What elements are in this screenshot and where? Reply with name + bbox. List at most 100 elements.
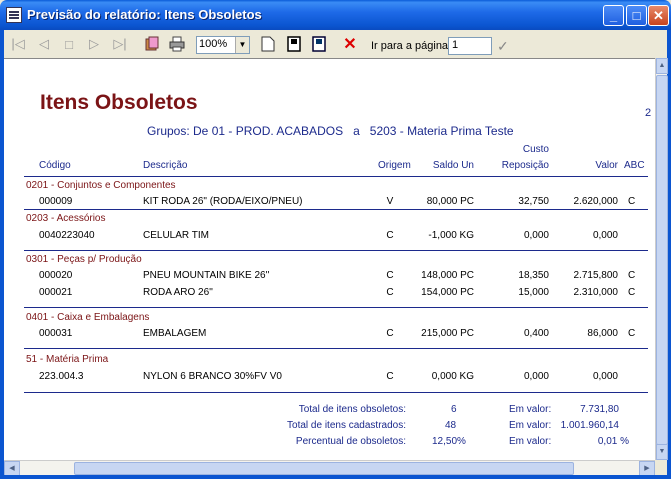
cell-valor: 2.620,000: [573, 196, 619, 207]
subtitle-to: 5203 - Materia Prima Teste: [369, 124, 514, 138]
scroll-up-icon[interactable]: ▲: [656, 58, 668, 74]
cell-valor: 2.715,800: [573, 270, 619, 281]
cell-origem: C: [386, 230, 394, 241]
cell-codigo: 000009: [39, 196, 73, 207]
maximize-button[interactable]: □: [626, 5, 647, 26]
cell-codigo: 000031: [39, 328, 73, 339]
report-subtitle: Grupos: De 01 - PROD. ACABADOS a 5203 - Ma…: [147, 124, 524, 138]
col-header-abc: ABC: [624, 160, 645, 171]
col-header-origem: Origem: [378, 160, 411, 171]
last-page-icon[interactable]: ▷|: [110, 34, 130, 54]
cell-origem: C: [386, 328, 394, 339]
app-icon: [6, 7, 22, 23]
cell-abc: C: [628, 270, 636, 281]
table-row: 000009 KIT RODA 26" (RODA/EIXO/PNEU) V 8…: [4, 196, 655, 210]
page-width-icon[interactable]: [258, 34, 278, 54]
next-page-icon[interactable]: ▷: [84, 34, 104, 54]
close-preview-icon[interactable]: ✕: [340, 34, 360, 54]
cell-saldo: -1,000 KG: [428, 230, 474, 241]
cell-codigo: 000021: [39, 287, 73, 298]
group-divider: [24, 348, 648, 349]
col-header-saldo: Saldo Un: [432, 160, 474, 171]
table-row: 000031 EMBALAGEM C 215,000 PC 0,400 86,0…: [4, 328, 655, 342]
window-title: Previsão do relatório: Itens Obsoletos: [27, 7, 262, 22]
obsolete-percent-value-label: Em valor:: [509, 436, 552, 447]
scroll-down-icon[interactable]: ▼: [656, 444, 668, 460]
go-icon[interactable]: ✓: [497, 38, 509, 55]
cell-codigo: 000020: [39, 270, 73, 281]
table-row: 0040223040 CELULAR TIM C -1,000 KG 0,000…: [4, 230, 655, 244]
cell-valor: 2.310,000: [573, 287, 619, 298]
cell-saldo: 215,000 PC: [421, 328, 474, 339]
cell-valor: 86,000: [587, 328, 618, 339]
group-header: 51 - Matéria Prima: [26, 354, 109, 365]
first-page-icon[interactable]: |◁: [8, 34, 28, 54]
cell-origem: C: [386, 270, 394, 281]
cell-descricao: NYLON 6 BRANCO 30%FV V0: [143, 371, 282, 382]
col-header-valor: Valor: [595, 160, 618, 171]
minimize-button[interactable]: _: [603, 5, 624, 26]
report-preview[interactable]: Itens Obsoletos 2 Grupos: De 01 - PROD. …: [4, 58, 655, 460]
chevron-down-icon[interactable]: ▼: [235, 37, 249, 53]
group-header: 0301 - Peças p/ Produção: [26, 254, 142, 265]
obsolete-percent-label: Percentual de obsoletos:: [295, 436, 406, 447]
print-icon[interactable]: [167, 34, 187, 54]
total-registered-amount: 1.001.960,14: [560, 420, 619, 431]
zoom-select[interactable]: 100% ▼: [196, 36, 250, 54]
scroll-left-icon[interactable]: ◀: [4, 461, 20, 476]
close-button[interactable]: ✕: [648, 5, 669, 26]
cell-descricao: PNEU MOUNTAIN BIKE 26'': [143, 270, 270, 281]
table-row: 000020 PNEU MOUNTAIN BIKE 26'' C 148,000…: [4, 270, 655, 284]
whole-page-icon[interactable]: [284, 34, 304, 54]
header-divider: [24, 176, 648, 177]
goto-page-input[interactable]: 1: [448, 37, 492, 55]
two-pages-icon[interactable]: [309, 34, 329, 54]
vertical-scroll-thumb[interactable]: [656, 75, 668, 445]
cell-codigo: 223.004.3: [39, 371, 84, 382]
cell-saldo: 148,000 PC: [421, 270, 474, 281]
page-number: 2: [645, 107, 652, 119]
cell-custo: 32,750: [518, 196, 549, 207]
title-bar: Previsão do relatório: Itens Obsoletos _…: [0, 0, 671, 30]
group-divider: [24, 250, 648, 251]
horizontal-scroll-thumb[interactable]: [74, 462, 574, 475]
cell-custo: 0,000: [523, 230, 549, 241]
obsolete-percent-amount: 0,01 %: [597, 436, 629, 447]
vertical-scrollbar[interactable]: ▲ ▼: [655, 58, 668, 460]
cell-saldo: 0,000 KG: [431, 371, 474, 382]
cell-saldo: 80,000 PC: [426, 196, 474, 207]
scroll-right-icon[interactable]: ▶: [639, 461, 655, 476]
horizontal-scrollbar[interactable]: ◀ ▶: [4, 460, 655, 476]
total-registered-value: 48: [445, 420, 457, 431]
cell-descricao: CELULAR TIM: [143, 230, 209, 241]
report-title: Itens Obsoletos: [40, 91, 198, 114]
subtitle-from: Grupos: De 01 - PROD. ACABADOS: [147, 124, 344, 138]
group-header: 0203 - Acessórios: [26, 213, 106, 224]
cell-abc: C: [628, 328, 636, 339]
cell-custo: 15,000: [518, 287, 549, 298]
totals-divider: [24, 392, 648, 393]
total-registered-label: Total de itens cadastrados:: [287, 420, 406, 431]
window-frame-bottom: [0, 475, 671, 479]
zoom-value: 100%: [199, 38, 228, 50]
print-setup-icon[interactable]: [142, 34, 162, 54]
cell-valor: 0,000: [592, 371, 618, 382]
cell-saldo: 154,000 PC: [421, 287, 474, 298]
cell-descricao: KIT RODA 26" (RODA/EIXO/PNEU): [143, 196, 303, 207]
col-header-custo: Custo: [522, 144, 549, 155]
cell-origem: C: [386, 287, 394, 298]
col-header-descricao: Descrição: [143, 160, 188, 171]
total-obsolete-value-label: Em valor:: [509, 404, 552, 415]
total-obsolete-label: Total de itens obsoletos:: [298, 404, 406, 415]
total-obsolete-amount: 7.731,80: [580, 404, 619, 415]
prev-page-icon[interactable]: ◁: [34, 34, 54, 54]
toolbar: |◁ ◁ □ ▷ ▷| 100% ▼ ✕ Ir para a página 1 …: [4, 30, 667, 58]
cell-valor: 0,000: [592, 230, 618, 241]
cell-origem: C: [386, 371, 394, 382]
table-row: 000021 RODA ARO 26'' C 154,000 PC 15,000…: [4, 287, 655, 301]
stop-icon[interactable]: □: [59, 34, 79, 54]
cell-abc: C: [628, 287, 636, 298]
cell-custo: 0,000: [523, 371, 549, 382]
goto-page-label: Ir para a página: [371, 40, 449, 52]
col-header-codigo: Código: [39, 160, 71, 171]
